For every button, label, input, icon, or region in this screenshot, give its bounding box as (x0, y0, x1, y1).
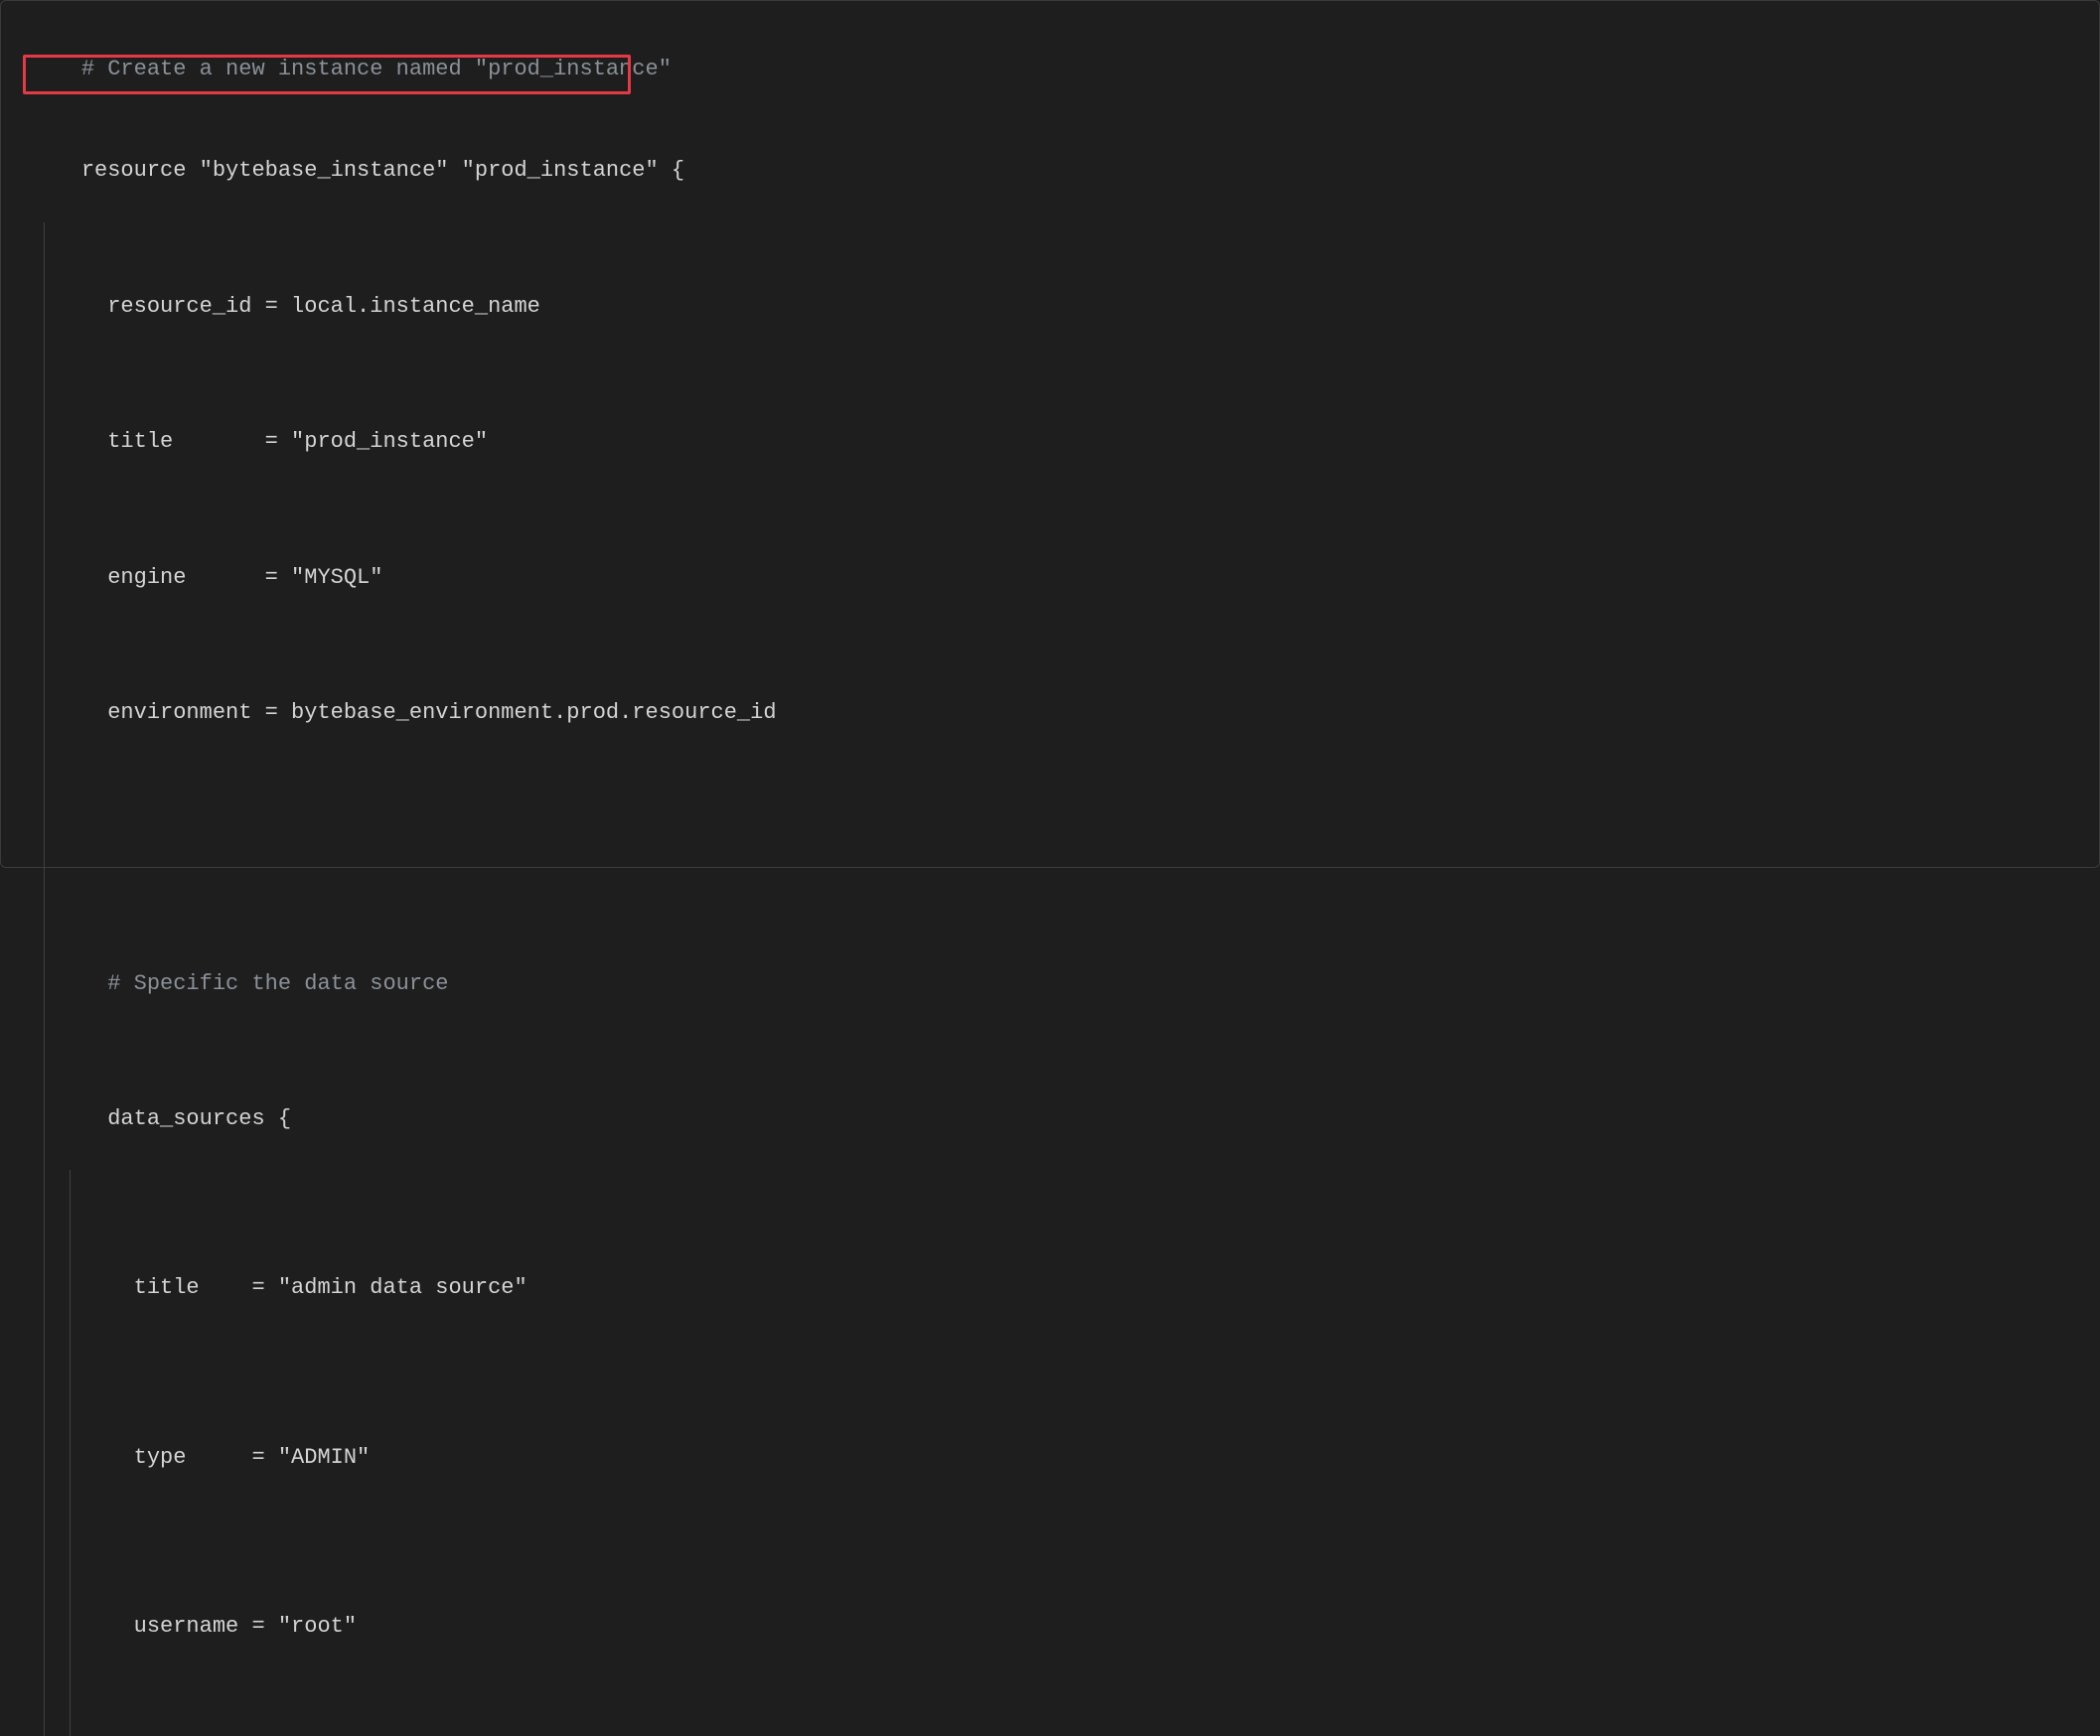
code-line: # Specific the data source (29, 899, 2099, 1034)
assignment-line: title = "admin data source" (81, 1275, 527, 1300)
assignment-line: username = "root" (81, 1614, 357, 1639)
code-line: title = "admin data source" (29, 1170, 2099, 1339)
open-brace: { (659, 158, 684, 183)
assignment-line: engine = "MYSQL" (81, 565, 383, 590)
code-line: password = "111" (29, 1678, 2099, 1736)
block-open: data_sources { (81, 1106, 291, 1131)
assignment-line: title = "prod_instance" (81, 429, 488, 454)
resource-declaration: resource "bytebase_instance" "prod_insta… (81, 158, 659, 183)
comment-text: # Create a new instance named "prod_inst… (81, 57, 672, 81)
code-line: data_sources { (29, 1035, 2099, 1170)
assignment-line: resource_id = local.instance_name (81, 294, 540, 319)
assignment-line: environment = bytebase_environment.prod.… (81, 700, 777, 725)
comment-text: # Specific the data source (81, 971, 449, 996)
code-line: resource "bytebase_instance" "prod_insta… (29, 120, 2099, 221)
assignment-line: type = "ADMIN" (81, 1445, 370, 1470)
code-line (29, 764, 2099, 899)
code-editor-panel: # Create a new instance named "prod_inst… (0, 0, 2100, 868)
code-line: title = "prod_instance" (29, 358, 2099, 493)
code-line: username = "root" (29, 1509, 2099, 1677)
code-line: # Create a new instance named "prod_inst… (29, 19, 2099, 120)
code-line: engine = "MYSQL" (29, 493, 2099, 628)
code-line: resource_id = local.instance_name (29, 222, 2099, 358)
code-line: environment = bytebase_environment.prod.… (29, 629, 2099, 764)
code-line: type = "ADMIN" (29, 1340, 2099, 1509)
